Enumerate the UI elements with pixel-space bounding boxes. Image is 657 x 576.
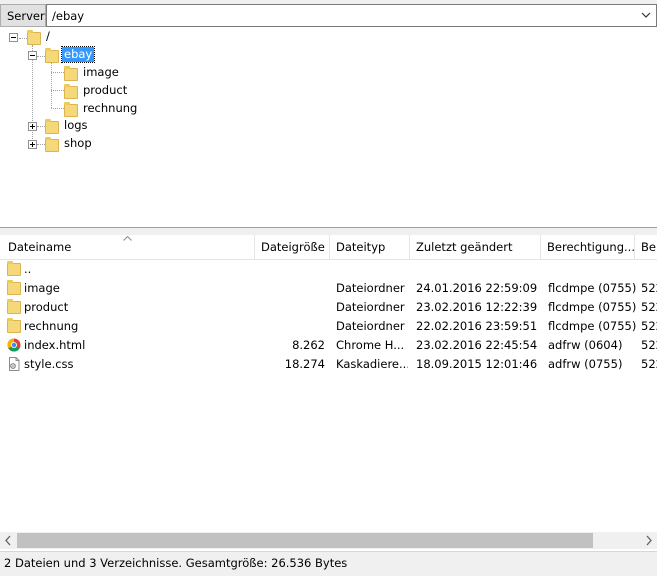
css-file-icon xyxy=(9,357,20,371)
column-header-type[interactable]: Dateityp xyxy=(330,235,410,260)
tree-collapse-ebay[interactable] xyxy=(28,51,37,60)
tree-expand-logs[interactable] xyxy=(28,122,37,131)
file-name: .. xyxy=(24,262,32,276)
file-name: product xyxy=(24,300,69,314)
file-row[interactable]: style.css 18.274 Kaskadiere... 18.09.201… xyxy=(0,355,657,374)
horizontal-scrollbar[interactable] xyxy=(0,532,657,549)
server-path-bar: Server: /ebay xyxy=(0,4,657,27)
file-row[interactable]: product Dateiordner 23.02.2016 12:22:39 … xyxy=(0,298,657,317)
file-type: Dateiordner xyxy=(336,281,405,295)
column-header-permissions[interactable]: Berechtigung... xyxy=(541,235,635,260)
file-name: image xyxy=(24,281,60,295)
folder-icon xyxy=(7,261,21,276)
scroll-right-icon[interactable] xyxy=(640,532,657,549)
chevron-down-icon[interactable] xyxy=(640,9,652,21)
tree-expand-shop[interactable] xyxy=(28,140,37,149)
file-permissions: adfrw (0604) xyxy=(548,338,623,352)
file-size: 8.262 xyxy=(292,338,325,352)
column-header-filename[interactable]: Dateiname xyxy=(2,235,255,260)
file-modified: 24.01.2016 22:59:09 xyxy=(416,281,538,295)
server-label: Server: xyxy=(0,4,48,27)
folder-icon xyxy=(27,30,41,45)
chrome-html-icon xyxy=(7,338,21,352)
file-name: style.css xyxy=(24,357,74,371)
file-row[interactable]: image Dateiordner 24.01.2016 22:59:09 fl… xyxy=(0,279,657,298)
server-path-combobox[interactable]: /ebay xyxy=(46,4,657,27)
tree-node-image[interactable]: image xyxy=(81,65,121,80)
file-modified: 23.02.2016 22:45:54 xyxy=(416,338,538,352)
file-type: Chrome H... xyxy=(336,338,405,352)
status-text: 2 Dateien und 3 Verzeichnisse. Gesamtgrö… xyxy=(4,556,348,570)
folder-icon xyxy=(7,318,21,333)
file-name: rechnung xyxy=(24,319,79,333)
folder-icon xyxy=(45,119,59,134)
file-modified: 18.09.2015 12:01:46 xyxy=(416,357,538,371)
file-owner: 522 xyxy=(641,338,657,352)
column-header-modified[interactable]: Zuletzt geändert xyxy=(410,235,541,260)
pane-splitter[interactable] xyxy=(0,228,657,235)
file-owner: 522 xyxy=(641,300,657,314)
folder-icon xyxy=(7,299,21,314)
folder-icon xyxy=(7,280,21,295)
file-type: Kaskadiere... xyxy=(336,357,408,371)
file-row[interactable]: rechnung Dateiordner 22.02.2016 23:59:51… xyxy=(0,317,657,336)
scroll-left-icon[interactable] xyxy=(0,532,17,549)
column-headers: Dateiname Dateigröße Dateityp Zuletzt ge… xyxy=(0,235,657,260)
file-permissions: flcdmpe (0755) xyxy=(548,300,637,314)
file-owner: 522 xyxy=(641,319,657,333)
remote-file-list[interactable]: Dateiname Dateigröße Dateityp Zuletzt ge… xyxy=(0,235,657,551)
tree-node-logs[interactable]: logs xyxy=(62,118,90,133)
folder-icon xyxy=(64,66,78,81)
tree-collapse-root[interactable] xyxy=(9,33,18,42)
folder-icon xyxy=(45,137,59,152)
tree-node-root[interactable]: / xyxy=(44,29,52,44)
file-owner: 522 xyxy=(641,281,657,295)
tree-node-shop[interactable]: shop xyxy=(62,136,94,151)
status-bar: 2 Dateien und 3 Verzeichnisse. Gesamtgrö… xyxy=(0,551,657,576)
remote-directory-tree[interactable]: / ebay image product rechnung logs shop xyxy=(0,27,657,228)
tree-node-ebay[interactable]: ebay xyxy=(60,46,96,63)
tree-node-rechnung[interactable]: rechnung xyxy=(81,101,139,116)
file-modified: 23.02.2016 12:22:39 xyxy=(416,300,538,314)
file-owner: 522 xyxy=(641,357,657,371)
folder-icon xyxy=(64,102,78,117)
file-permissions: adfrw (0755) xyxy=(548,357,623,371)
file-row[interactable]: index.html 8.262 Chrome H... 23.02.2016 … xyxy=(0,336,657,355)
folder-icon xyxy=(64,84,78,99)
file-name: index.html xyxy=(24,338,86,352)
tree-node-product[interactable]: product xyxy=(81,83,129,98)
file-size: 18.274 xyxy=(284,357,325,371)
file-type: Dateiordner xyxy=(336,300,405,314)
file-row-parent[interactable]: .. xyxy=(0,260,657,279)
file-permissions: flcdmpe (0755) xyxy=(548,319,637,333)
column-header-owner[interactable]: Be xyxy=(635,235,657,260)
scrollbar-thumb[interactable] xyxy=(17,533,593,548)
column-header-size[interactable]: Dateigröße xyxy=(255,235,330,260)
file-permissions: flcdmpe (0755) xyxy=(548,281,637,295)
file-type: Dateiordner xyxy=(336,319,405,333)
server-path-value: /ebay xyxy=(52,8,85,23)
file-modified: 22.02.2016 23:59:51 xyxy=(416,319,538,333)
folder-icon xyxy=(45,48,59,63)
